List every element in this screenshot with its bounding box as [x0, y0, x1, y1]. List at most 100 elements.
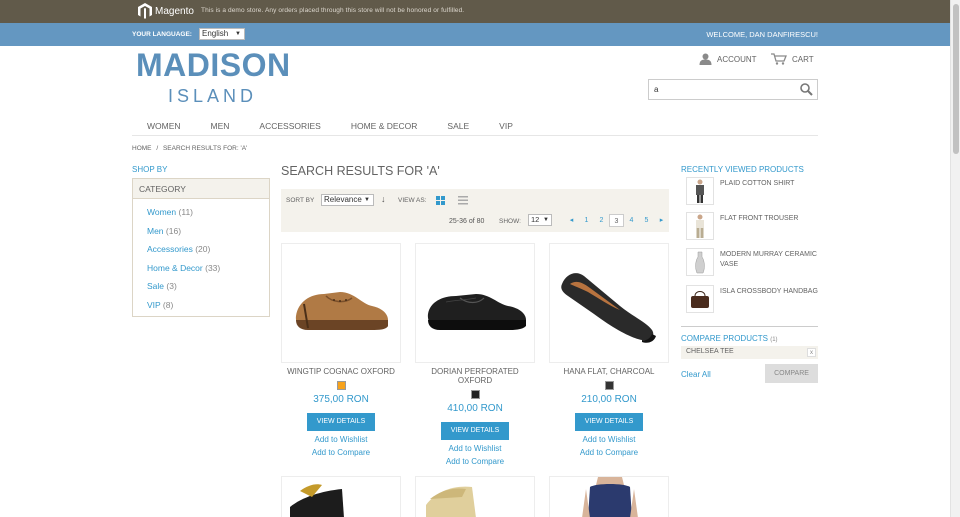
sort-by-select[interactable]: Relevance ▼ — [321, 194, 374, 206]
nav-item-men[interactable]: MEN — [196, 115, 245, 135]
cart-link[interactable]: CART — [771, 53, 814, 65]
category-item-vip[interactable]: VIP (8) — [147, 300, 255, 310]
show-per-page-select[interactable]: 12 ▼ — [528, 214, 552, 226]
nav-item-home-decor[interactable]: HOME & DECOR — [336, 115, 433, 135]
category-count: (33) — [205, 262, 221, 273]
recently-viewed-thumb[interactable] — [686, 248, 714, 276]
nav-item-accessories[interactable]: ACCESSORIES — [244, 115, 335, 135]
product-card: WINGTIP COGNAC OXFORD 375,00 RON VIEW DE… — [281, 243, 401, 457]
color-swatch[interactable] — [336, 381, 346, 390]
recently-viewed-thumb[interactable] — [686, 177, 714, 205]
shoe-image — [426, 486, 476, 517]
category-item-women[interactable]: Women (11) — [147, 207, 255, 217]
category-item-men[interactable]: Men (16) — [147, 226, 255, 236]
page-title: SEARCH RESULTS FOR 'A' — [281, 164, 440, 178]
recently-viewed-name: ISLA CROSSBODY HANDBAG — [720, 288, 818, 295]
sort-direction-icon[interactable]: ↓ — [381, 194, 386, 204]
compare-item-name[interactable]: CHELSEA TEE — [686, 348, 734, 355]
trouser-image — [696, 214, 704, 238]
category-filter: CATEGORY Women (11) Men (16) Accessories… — [132, 178, 270, 317]
add-to-wishlist-link[interactable]: Add to Wishlist — [415, 444, 535, 453]
site-logo-sub[interactable]: ISLAND — [168, 86, 257, 107]
list-view-icon[interactable] — [458, 196, 468, 205]
breadcrumb-separator: / — [156, 145, 159, 152]
category-item-sale[interactable]: Sale (3) — [147, 281, 255, 291]
remove-compare-icon[interactable]: x — [807, 348, 816, 357]
demo-notice-bar: Magento This is a demo store. Any orders… — [0, 0, 950, 23]
pager-page-1[interactable]: 1 — [579, 214, 594, 227]
pager-page-4[interactable]: 4 — [624, 214, 639, 227]
sort-by-value: Relevance — [324, 195, 362, 204]
clear-all-link[interactable]: Clear All — [681, 370, 711, 379]
product-image-wingtip-oxford[interactable] — [281, 243, 401, 363]
category-item-accessories[interactable]: Accessories (20) — [147, 244, 255, 254]
pager-page-2[interactable]: 2 — [594, 214, 609, 227]
product-image-hana-flat[interactable] — [549, 243, 669, 363]
recently-viewed-item[interactable]: FLAT FRONT TROUSER — [686, 212, 818, 242]
page-scrollbar[interactable] — [950, 0, 960, 517]
scrollbar-thumb[interactable] — [953, 4, 959, 154]
view-details-button[interactable]: VIEW DETAILS — [307, 413, 375, 431]
compare-button[interactable]: COMPARE — [765, 364, 818, 383]
recently-viewed-item[interactable]: PLAID COTTON SHIRT — [686, 177, 818, 207]
user-icon — [699, 53, 712, 65]
nav-item-vip[interactable]: VIP — [484, 115, 528, 135]
view-details-button[interactable]: VIEW DETAILS — [441, 422, 509, 440]
product-image-dorian-oxford[interactable] — [415, 243, 535, 363]
recently-viewed-item[interactable]: ISLA CROSSBODY HANDBAG — [686, 285, 818, 315]
color-swatch[interactable] — [604, 381, 614, 390]
category-item-home-decor[interactable]: Home & Decor (33) — [147, 263, 255, 273]
demo-notice-text: This is a demo store. Any orders placed … — [201, 7, 465, 14]
handbag-image — [691, 291, 709, 308]
recently-viewed-thumb[interactable] — [686, 285, 714, 313]
product-image-partial[interactable] — [415, 476, 535, 517]
shoe-image — [561, 273, 656, 343]
breadcrumb: HOME / SEARCH RESULTS FOR: 'A' — [132, 145, 247, 152]
category-count: (11) — [178, 207, 194, 217]
category-label: Home & Decor — [147, 262, 203, 273]
grid-view-icon[interactable] — [436, 196, 445, 205]
add-to-wishlist-link[interactable]: Add to Wishlist — [281, 435, 401, 444]
product-image-partial[interactable] — [281, 476, 401, 517]
shop-by-heading: SHOP BY — [132, 165, 168, 174]
language-select[interactable]: English ▼ — [199, 28, 245, 40]
add-to-compare-link[interactable]: Add to Compare — [415, 457, 535, 466]
category-list: Women (11) Men (16) Accessories (20) Hom… — [133, 199, 269, 326]
welcome-message: WELCOME, DAN DANFIRESCU! — [706, 30, 818, 39]
add-to-wishlist-link[interactable]: Add to Wishlist — [549, 435, 669, 444]
header-bar: YOUR LANGUAGE: English ▼ WELCOME, DAN DA… — [0, 23, 950, 46]
category-count: (16) — [165, 225, 182, 236]
add-to-compare-link[interactable]: Add to Compare — [281, 448, 401, 457]
shoe-image — [295, 292, 388, 330]
recently-viewed-name: PLAID COTTON SHIRT — [720, 180, 795, 187]
search-icon[interactable] — [800, 83, 813, 96]
language-value: English — [202, 29, 229, 38]
search-input[interactable]: a — [648, 79, 818, 100]
pager-prev-icon[interactable]: ◂ — [564, 214, 579, 227]
language-label: YOUR LANGUAGE: — [132, 31, 192, 38]
magento-icon — [138, 3, 152, 19]
breadcrumb-home[interactable]: HOME — [132, 145, 152, 152]
color-swatch[interactable] — [470, 390, 480, 399]
magento-logo: Magento — [138, 3, 194, 19]
recently-viewed-item[interactable]: MODERN MURRAY CERAMIC VASE — [686, 248, 818, 278]
compare-title: COMPARE PRODUCTS — [681, 334, 768, 343]
category-header: CATEGORY — [133, 179, 269, 199]
nav-item-sale[interactable]: SALE — [432, 115, 484, 135]
category-label: Women — [147, 207, 177, 217]
pager-page-5[interactable]: 5 — [639, 214, 654, 227]
add-to-compare-link[interactable]: Add to Compare — [549, 448, 669, 457]
pager-next-icon[interactable]: ▸ — [654, 214, 669, 227]
product-image-partial[interactable] — [549, 476, 669, 517]
account-link[interactable]: ACCOUNT — [699, 53, 757, 65]
show-label: SHOW: — [499, 218, 521, 225]
results-range: 25-36 of 80 — [449, 218, 485, 225]
compare-item-row: CHELSEA TEE x — [681, 346, 818, 359]
view-details-button[interactable]: VIEW DETAILS — [575, 413, 643, 431]
site-logo-main[interactable]: MADISON — [136, 47, 291, 84]
product-name[interactable]: WINGTIP COGNAC OXFORD — [281, 367, 401, 376]
nav-item-women[interactable]: WOMEN — [132, 115, 196, 135]
product-name[interactable]: HANA FLAT, CHARCOAL — [549, 367, 669, 376]
product-name[interactable]: DORIAN PERFORATED OXFORD — [415, 367, 535, 385]
recently-viewed-thumb[interactable] — [686, 212, 714, 240]
